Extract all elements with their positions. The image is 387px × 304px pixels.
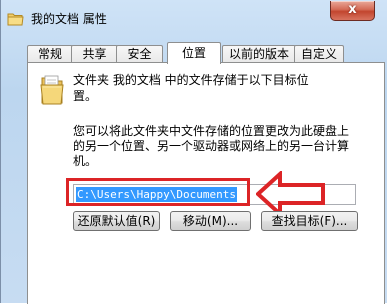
title-bar[interactable]: 我的文档 属性 x (1, 0, 387, 38)
tab-strip: 常规 共享 安全 位置 以前的版本 自定义 (27, 42, 387, 64)
change-location-info: 您可以将此文件夹中文件存储的位置更改为此硬盘上 的另一个位置、另一个驱动器或网络… (73, 124, 383, 169)
location-panel: 文件夹 我的文档 中的文件存储于以下目标位 置。 您可以将此文件夹中文件存储的位… (27, 62, 385, 304)
properties-window: 我的文档 属性 x 常规 共享 安全 位置 以前的版本 自定义 文件夹 我的文档… (0, 0, 387, 304)
move-button[interactable]: 移动(M)... (170, 211, 251, 231)
highlight-box (66, 178, 250, 206)
folder-icon (40, 75, 64, 105)
info-line: 机。 (73, 154, 98, 168)
tab-customize[interactable]: 自定义 (294, 45, 344, 63)
find-target-button[interactable]: 查找目标(F)... (261, 211, 358, 231)
close-icon: x (348, 2, 357, 17)
description-line: 文件夹 我的文档 中的文件存储于以下目标位 (73, 73, 309, 87)
folder-location-description: 文件夹 我的文档 中的文件存储于以下目标位 置。 (73, 72, 373, 104)
tab-general[interactable]: 常规 (27, 45, 73, 63)
description-line: 置。 (73, 89, 98, 103)
info-line: 的另一个位置、另一个驱动器或网络上的另一台计算 (73, 139, 350, 153)
folder-icon (7, 13, 24, 26)
tab-security[interactable]: 安全 (116, 45, 163, 63)
tab-sharing[interactable]: 共享 (71, 45, 118, 63)
close-button[interactable]: x (330, 1, 375, 21)
window-title: 我的文档 属性 (31, 12, 107, 26)
restore-default-button[interactable]: 还原默认值(R) (73, 211, 160, 231)
info-line: 您可以将此文件夹中文件存储的位置更改为此硬盘上 (73, 124, 350, 138)
tab-previous-versions[interactable]: 以前的版本 (222, 45, 296, 63)
tab-location[interactable]: 位置 (167, 42, 221, 64)
